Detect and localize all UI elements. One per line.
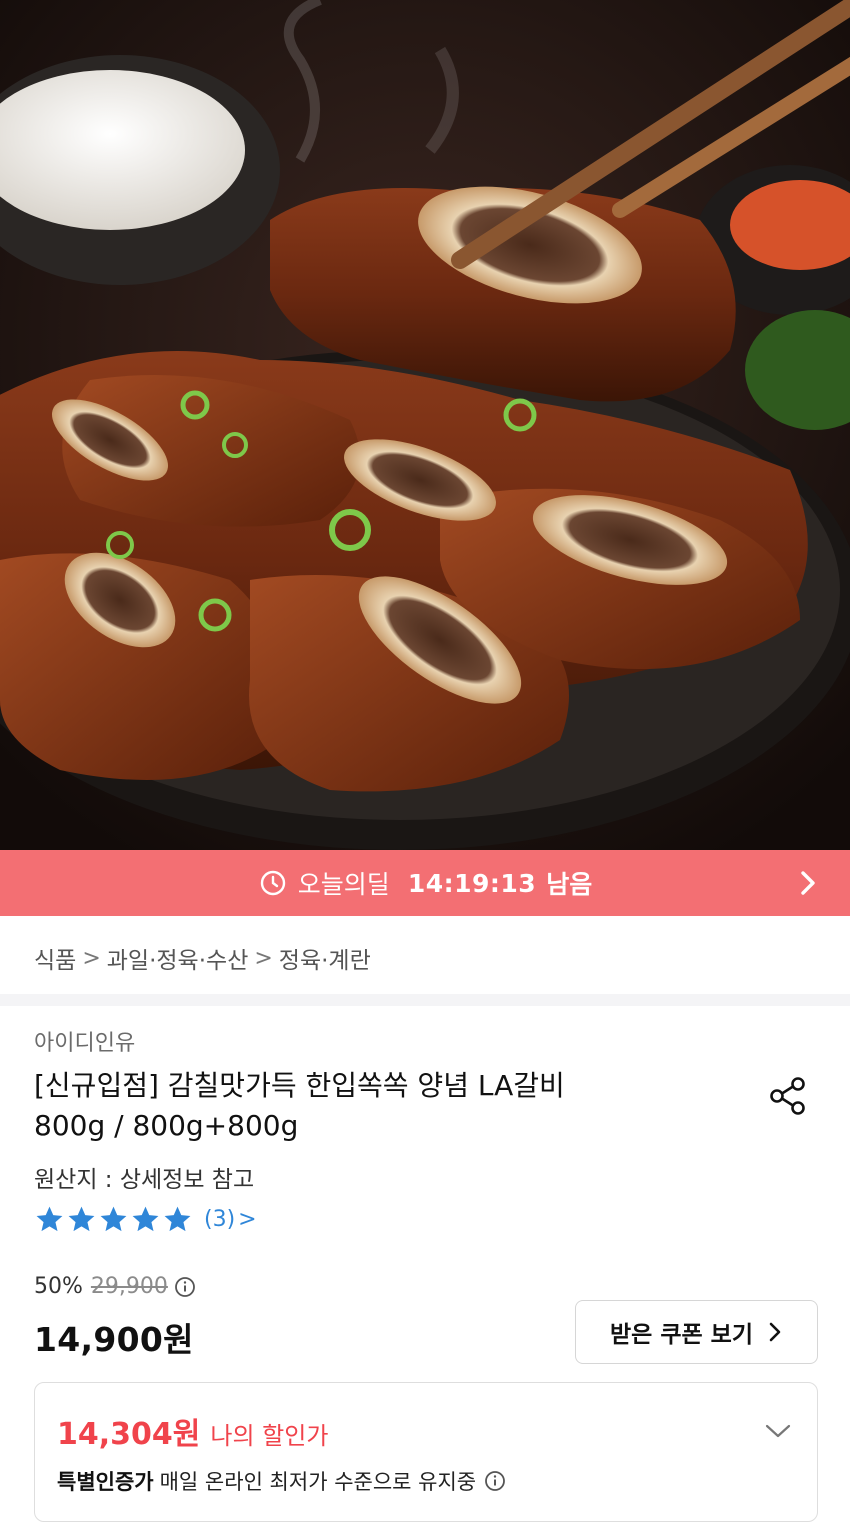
- section-divider: [0, 994, 850, 1006]
- product-title-line: 800g / 800g+800g: [34, 1109, 299, 1142]
- chevron-down-icon[interactable]: [765, 1423, 791, 1439]
- info-icon[interactable]: [484, 1470, 506, 1492]
- clock-icon: [260, 870, 285, 896]
- discount-rate: 50%: [34, 1274, 83, 1299]
- my-discount-price: 14,304원: [57, 1417, 201, 1452]
- info-icon[interactable]: [174, 1276, 196, 1298]
- star-icon: [68, 1206, 95, 1232]
- breadcrumb-item[interactable]: 과일·정육·수산: [107, 941, 249, 975]
- original-price: 29,900: [90, 1274, 168, 1299]
- certified-price-desc: 매일 온라인 최저가 수준으로 유지중: [159, 1470, 477, 1494]
- certified-price-label: 특별인증가: [57, 1470, 154, 1494]
- view-coupons-button[interactable]: 받은 쿠폰 보기: [575, 1300, 818, 1364]
- rating-summary[interactable]: (3) >: [34, 1204, 257, 1235]
- star-icon: [36, 1206, 63, 1232]
- share-icon[interactable]: [766, 1074, 810, 1118]
- breadcrumb-item[interactable]: 식품: [34, 941, 76, 975]
- star-icon: [132, 1206, 159, 1232]
- star-rating: [34, 1204, 194, 1235]
- certified-price-row: 특별인증가 매일 온라인 최저가 수준으로 유지중: [57, 1466, 506, 1496]
- star-icon: [100, 1206, 127, 1232]
- star-icon: [164, 1206, 191, 1232]
- sale-price: 14,900원: [34, 1320, 194, 1359]
- my-price-row: 14,304원 나의 할인가: [57, 1409, 328, 1453]
- product-title: [신규입점] 감칠맛가득 한입쏙쏙 양념 LA갈비 800g / 800g+80…: [34, 1066, 724, 1146]
- breadcrumb-item[interactable]: 정육·계란: [279, 941, 371, 975]
- my-discount-box[interactable]: 14,304원 나의 할인가 특별인증가 매일 온라인 최저가 수준으로 유지중: [34, 1382, 818, 1522]
- seller-name[interactable]: 아이디인유: [34, 1025, 135, 1057]
- coupon-button-label: 받은 쿠폰 보기: [610, 1322, 753, 1348]
- today-deal-banner[interactable]: 오늘의딜 14:19:13 남음: [0, 850, 850, 916]
- chevron-right-icon[interactable]: [798, 869, 818, 897]
- grilled-la-galbi-photo-icon: [0, 0, 850, 850]
- breadcrumb: 식품 > 과일·정육·수산 > 정육·계란: [34, 938, 371, 978]
- deal-label: 오늘의딜: [297, 870, 390, 899]
- breadcrumb-separator: >: [254, 945, 273, 971]
- price-block: 50% 29,900 14,900원: [34, 1274, 196, 1361]
- discount-row: 50% 29,900: [34, 1274, 196, 1299]
- product-image[interactable]: [0, 0, 850, 850]
- breadcrumb-separator: >: [82, 945, 101, 971]
- origin-info: 원산지 : 상세정보 참고: [34, 1167, 255, 1193]
- review-count[interactable]: (3): [204, 1207, 235, 1232]
- chevron-right-icon: [769, 1322, 781, 1342]
- deal-timer: 14:19:13: [407, 868, 537, 898]
- my-discount-label: 나의 할인가: [210, 1422, 329, 1450]
- review-chevron[interactable]: >: [238, 1207, 256, 1232]
- deal-remaining-label: 남음: [546, 870, 593, 899]
- product-title-line: [신규입점] 감칠맛가득 한입쏙쏙 양념 LA갈비: [34, 1069, 565, 1102]
